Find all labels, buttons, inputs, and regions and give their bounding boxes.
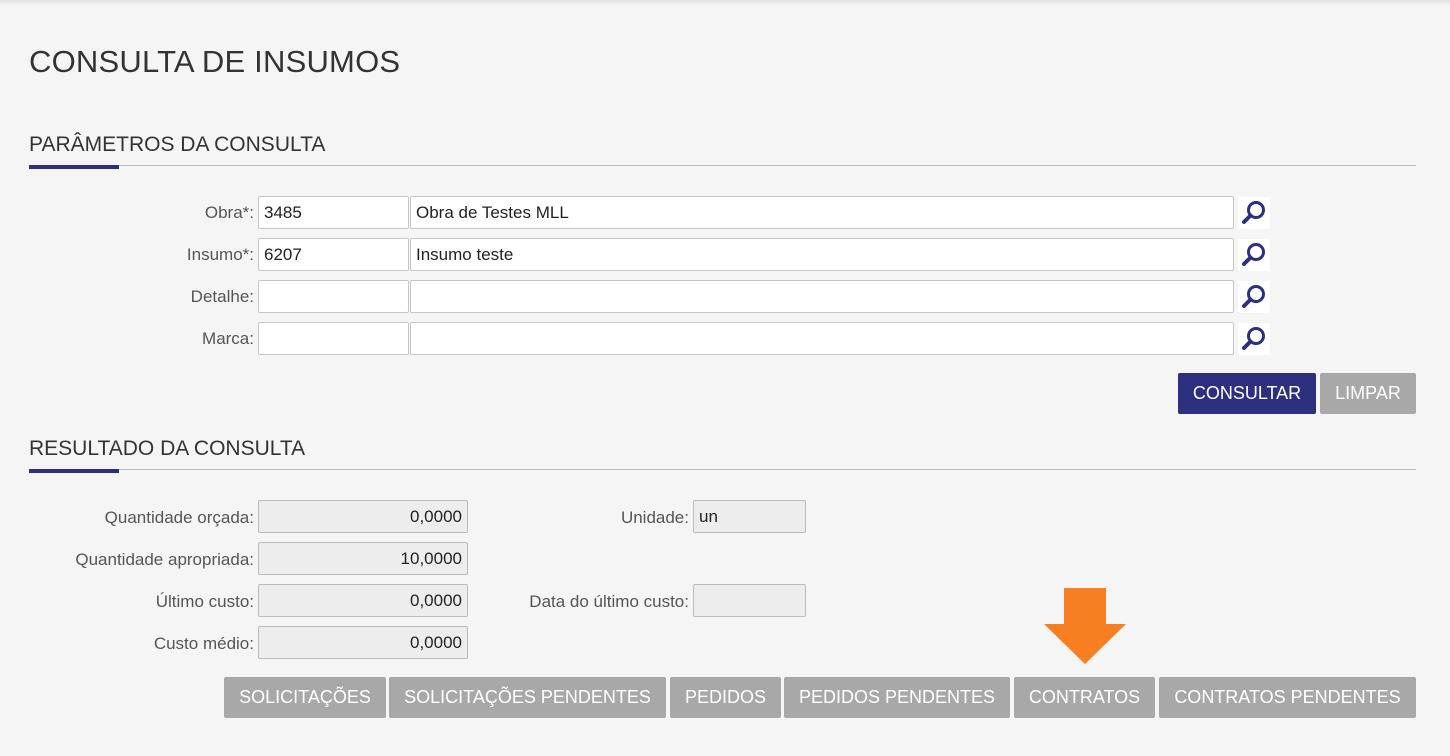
results-section-title: RESULTADO DA CONSULTA <box>29 437 306 460</box>
insumo-description-input[interactable] <box>410 238 1234 271</box>
obra-search-icon[interactable] <box>1238 197 1270 229</box>
pedidos-button[interactable]: PEDIDOS <box>670 677 781 718</box>
contratos-pendentes-button[interactable]: CONTRATOS PENDENTES <box>1159 677 1416 718</box>
marca-label: Marca: <box>202 329 254 348</box>
ultimo-custo-label: Último custo: <box>155 592 254 611</box>
insumo-code-input[interactable] <box>258 238 409 271</box>
custo-medio-value: 0,0000 <box>258 626 468 659</box>
marca-description-input[interactable] <box>410 322 1234 355</box>
obra-label: Obra*: <box>204 203 254 222</box>
limpar-button[interactable]: LIMPAR <box>1320 373 1416 414</box>
solicitacoes-button[interactable]: SOLICITAÇÕES <box>224 677 386 718</box>
data-ultimo-custo-value <box>693 584 806 617</box>
section-accent-bar <box>29 165 119 169</box>
marca-code-input[interactable] <box>258 322 409 355</box>
obra-code-input[interactable] <box>258 196 409 229</box>
detalhe-description-input[interactable] <box>410 280 1234 313</box>
section-accent-bar <box>29 469 119 473</box>
solicitacoes-pendentes-button[interactable]: SOLICITAÇÕES PENDENTES <box>389 677 666 718</box>
marca-search-icon[interactable] <box>1238 323 1270 355</box>
obra-description-input[interactable] <box>410 196 1234 229</box>
ultimo-custo-value: 0,0000 <box>258 584 468 617</box>
params-section-header: PARÂMETROS DA CONSULTA <box>29 133 1416 169</box>
qtd-apropriada-value: 10,0000 <box>258 542 468 575</box>
data-ultimo-custo-label: Data do último custo: <box>529 592 689 611</box>
contratos-button[interactable]: CONTRATOS <box>1014 677 1155 718</box>
qtd-orcada-label: Quantidade orçada: <box>104 508 254 527</box>
page-title: CONSULTA DE INSUMOS <box>29 44 401 79</box>
insumo-search-icon[interactable] <box>1238 239 1270 271</box>
detalhe-label: Detalhe: <box>190 287 254 306</box>
qtd-apropriada-label: Quantidade apropriada: <box>75 550 254 569</box>
insumo-label: Insumo*: <box>186 245 254 264</box>
down-arrow-icon <box>1044 588 1128 671</box>
pedidos-pendentes-button[interactable]: PEDIDOS PENDENTES <box>784 677 1010 718</box>
params-section-title: PARÂMETROS DA CONSULTA <box>29 133 326 156</box>
top-shadow <box>0 0 1450 6</box>
results-section-header: RESULTADO DA CONSULTA <box>29 437 1416 473</box>
detalhe-search-icon[interactable] <box>1238 281 1270 313</box>
unidade-label: Unidade: <box>620 508 689 527</box>
consultar-button[interactable]: CONSULTAR <box>1178 373 1316 414</box>
unidade-value: un <box>693 500 806 533</box>
custo-medio-label: Custo médio: <box>153 634 254 653</box>
detalhe-code-input[interactable] <box>258 280 409 313</box>
qtd-orcada-value: 0,0000 <box>258 500 468 533</box>
